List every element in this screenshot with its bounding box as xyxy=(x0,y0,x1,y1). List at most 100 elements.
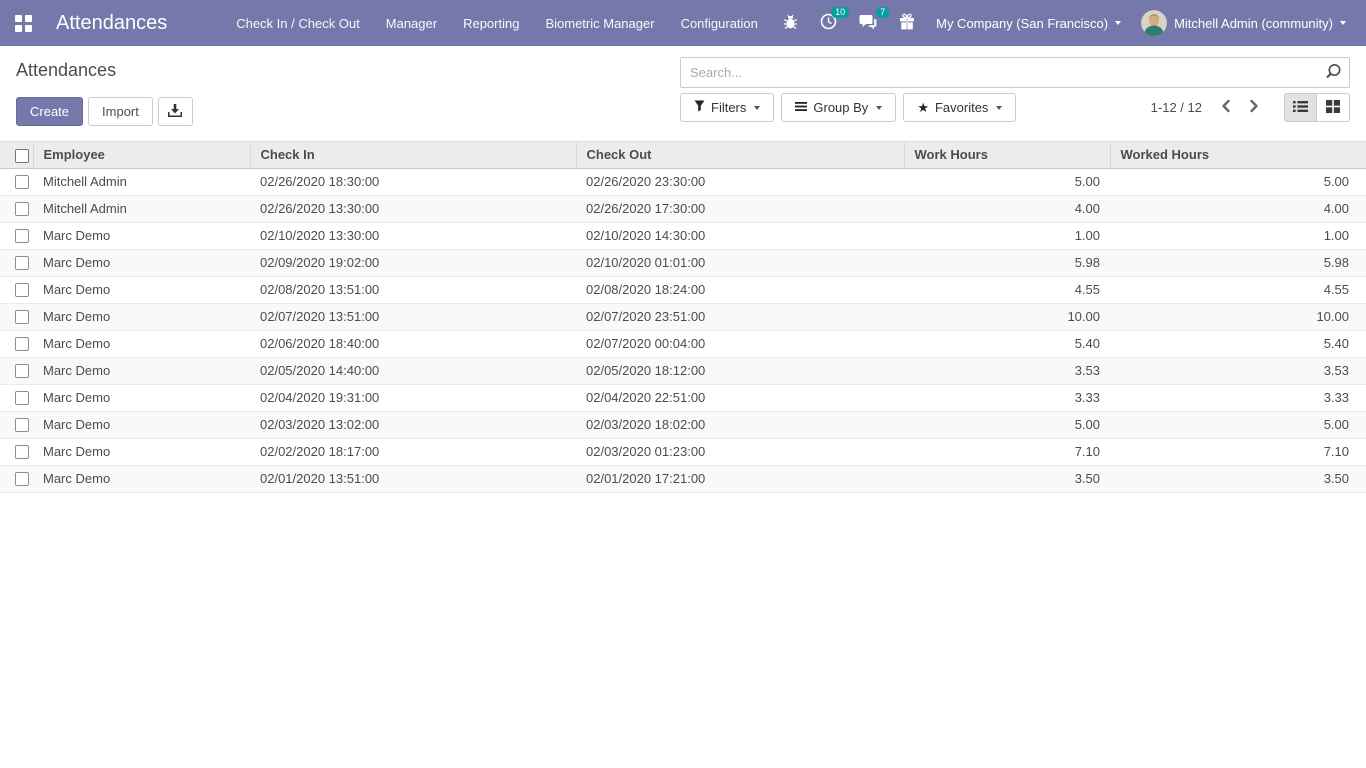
cell-employee: Marc Demo xyxy=(33,330,250,357)
pager-next-button[interactable] xyxy=(1240,97,1268,118)
create-button[interactable]: Create xyxy=(16,97,83,126)
pager-count: 1-12 / 12 xyxy=(1151,100,1202,115)
cell-worked-hours: 3.53 xyxy=(1110,357,1366,384)
column-header-check-in[interactable]: Check In xyxy=(250,142,576,169)
cell-worked-hours: 5.40 xyxy=(1110,330,1366,357)
activities-button[interactable]: 10 xyxy=(809,0,848,46)
cell-check-out: 02/07/2020 23:51:00 xyxy=(576,303,904,330)
cell-employee: Marc Demo xyxy=(33,465,250,492)
company-switcher[interactable]: My Company (San Francisco) xyxy=(926,0,1131,46)
comments-icon xyxy=(859,14,877,33)
row-checkbox[interactable] xyxy=(15,310,29,324)
nav-menu-item[interactable]: Reporting xyxy=(450,0,532,46)
activities-count-badge: 10 xyxy=(831,7,849,18)
cell-work-hours: 5.98 xyxy=(904,249,1110,276)
column-header-worked-hours[interactable]: Worked Hours xyxy=(1110,142,1366,169)
pager-previous-button[interactable] xyxy=(1212,97,1240,118)
pager: 1-12 / 12 xyxy=(1151,97,1268,118)
debug-button[interactable] xyxy=(772,0,809,46)
table-row[interactable]: Marc Demo 02/08/2020 13:51:00 02/08/2020… xyxy=(0,276,1366,303)
user-menu[interactable]: Mitchell Admin (community) xyxy=(1131,0,1356,46)
cell-work-hours: 4.55 xyxy=(904,276,1110,303)
cell-work-hours: 3.53 xyxy=(904,357,1110,384)
table-row[interactable]: Marc Demo 02/10/2020 13:30:00 02/10/2020… xyxy=(0,222,1366,249)
cell-worked-hours: 5.98 xyxy=(1110,249,1366,276)
table-row[interactable]: Marc Demo 02/04/2020 19:31:00 02/04/2020… xyxy=(0,384,1366,411)
export-button[interactable] xyxy=(158,97,193,126)
table-row[interactable]: Marc Demo 02/07/2020 13:51:00 02/07/2020… xyxy=(0,303,1366,330)
list-view-icon xyxy=(1293,100,1308,116)
favorites-dropdown[interactable]: ★ Favorites xyxy=(903,93,1016,122)
chevron-left-icon xyxy=(1220,101,1232,116)
cell-check-in: 02/07/2020 13:51:00 xyxy=(250,303,576,330)
search-input[interactable] xyxy=(680,57,1350,88)
column-header-check-out[interactable]: Check Out xyxy=(576,142,904,169)
messages-button[interactable]: 7 xyxy=(848,0,888,46)
import-button[interactable]: Import xyxy=(88,97,153,126)
company-name: My Company (San Francisco) xyxy=(936,16,1108,31)
row-checkbox[interactable] xyxy=(15,229,29,243)
search-icon xyxy=(1325,63,1342,83)
search-bar xyxy=(680,57,1350,88)
cell-employee: Marc Demo xyxy=(33,357,250,384)
cell-work-hours: 10.00 xyxy=(904,303,1110,330)
bars-icon xyxy=(795,100,807,115)
apps-menu-button[interactable] xyxy=(0,0,46,46)
table-row[interactable]: Mitchell Admin 02/26/2020 13:30:00 02/26… xyxy=(0,195,1366,222)
nav-menu-item[interactable]: Check In / Check Out xyxy=(223,0,373,46)
nav-menu-item[interactable]: Biometric Manager xyxy=(532,0,667,46)
cell-work-hours: 4.00 xyxy=(904,195,1110,222)
table-row[interactable]: Marc Demo 02/05/2020 14:40:00 02/05/2020… xyxy=(0,357,1366,384)
row-checkbox[interactable] xyxy=(15,391,29,405)
row-checkbox[interactable] xyxy=(15,202,29,216)
cell-check-out: 02/07/2020 00:04:00 xyxy=(576,330,904,357)
cell-employee: Mitchell Admin xyxy=(33,195,250,222)
column-header-work-hours[interactable]: Work Hours xyxy=(904,142,1110,169)
cell-employee: Marc Demo xyxy=(33,384,250,411)
chevron-down-icon xyxy=(754,106,760,110)
row-checkbox[interactable] xyxy=(15,418,29,432)
table-row[interactable]: Marc Demo 02/09/2020 19:02:00 02/10/2020… xyxy=(0,249,1366,276)
cell-work-hours: 3.50 xyxy=(904,465,1110,492)
table-row[interactable]: Marc Demo 02/03/2020 13:02:00 02/03/2020… xyxy=(0,411,1366,438)
cell-check-in: 02/26/2020 18:30:00 xyxy=(250,168,576,195)
rewards-button[interactable] xyxy=(888,0,926,46)
kanban-view-button[interactable] xyxy=(1317,93,1350,122)
table-header-row: Employee Check In Check Out Work Hours W… xyxy=(0,142,1366,169)
view-switcher xyxy=(1284,93,1350,122)
table-row[interactable]: Marc Demo 02/01/2020 13:51:00 02/01/2020… xyxy=(0,465,1366,492)
cell-check-out: 02/08/2020 18:24:00 xyxy=(576,276,904,303)
top-navbar: Attendances Check In / Check OutManagerR… xyxy=(0,0,1366,46)
row-checkbox[interactable] xyxy=(15,364,29,378)
user-name: Mitchell Admin (community) xyxy=(1174,16,1333,31)
row-checkbox[interactable] xyxy=(15,337,29,351)
row-checkbox[interactable] xyxy=(15,175,29,189)
row-checkbox[interactable] xyxy=(15,472,29,486)
table-row[interactable]: Marc Demo 02/02/2020 18:17:00 02/03/2020… xyxy=(0,438,1366,465)
cell-worked-hours: 4.55 xyxy=(1110,276,1366,303)
row-checkbox[interactable] xyxy=(15,445,29,459)
column-header-employee[interactable]: Employee xyxy=(33,142,250,169)
cell-employee: Marc Demo xyxy=(33,303,250,330)
select-all-checkbox[interactable] xyxy=(15,149,29,163)
table-row[interactable]: Marc Demo 02/06/2020 18:40:00 02/07/2020… xyxy=(0,330,1366,357)
nav-menu-item[interactable]: Manager xyxy=(373,0,450,46)
cell-worked-hours: 5.00 xyxy=(1110,411,1366,438)
cell-check-out: 02/01/2020 17:21:00 xyxy=(576,465,904,492)
cell-worked-hours: 1.00 xyxy=(1110,222,1366,249)
app-brand[interactable]: Attendances xyxy=(46,0,177,46)
search-button[interactable] xyxy=(1320,61,1346,85)
list-view-button[interactable] xyxy=(1284,93,1317,122)
cell-check-in: 02/10/2020 13:30:00 xyxy=(250,222,576,249)
nav-menu-item[interactable]: Configuration xyxy=(668,0,771,46)
group-by-dropdown[interactable]: Group By xyxy=(781,93,896,122)
cell-check-out: 02/03/2020 01:23:00 xyxy=(576,438,904,465)
cell-work-hours: 5.00 xyxy=(904,411,1110,438)
chevron-down-icon xyxy=(996,106,1002,110)
table-row[interactable]: Mitchell Admin 02/26/2020 18:30:00 02/26… xyxy=(0,168,1366,195)
cell-work-hours: 7.10 xyxy=(904,438,1110,465)
row-checkbox[interactable] xyxy=(15,256,29,270)
filters-dropdown[interactable]: Filters xyxy=(680,93,774,122)
row-checkbox[interactable] xyxy=(15,283,29,297)
navbar-systray: 10 7 M xyxy=(772,0,1366,46)
